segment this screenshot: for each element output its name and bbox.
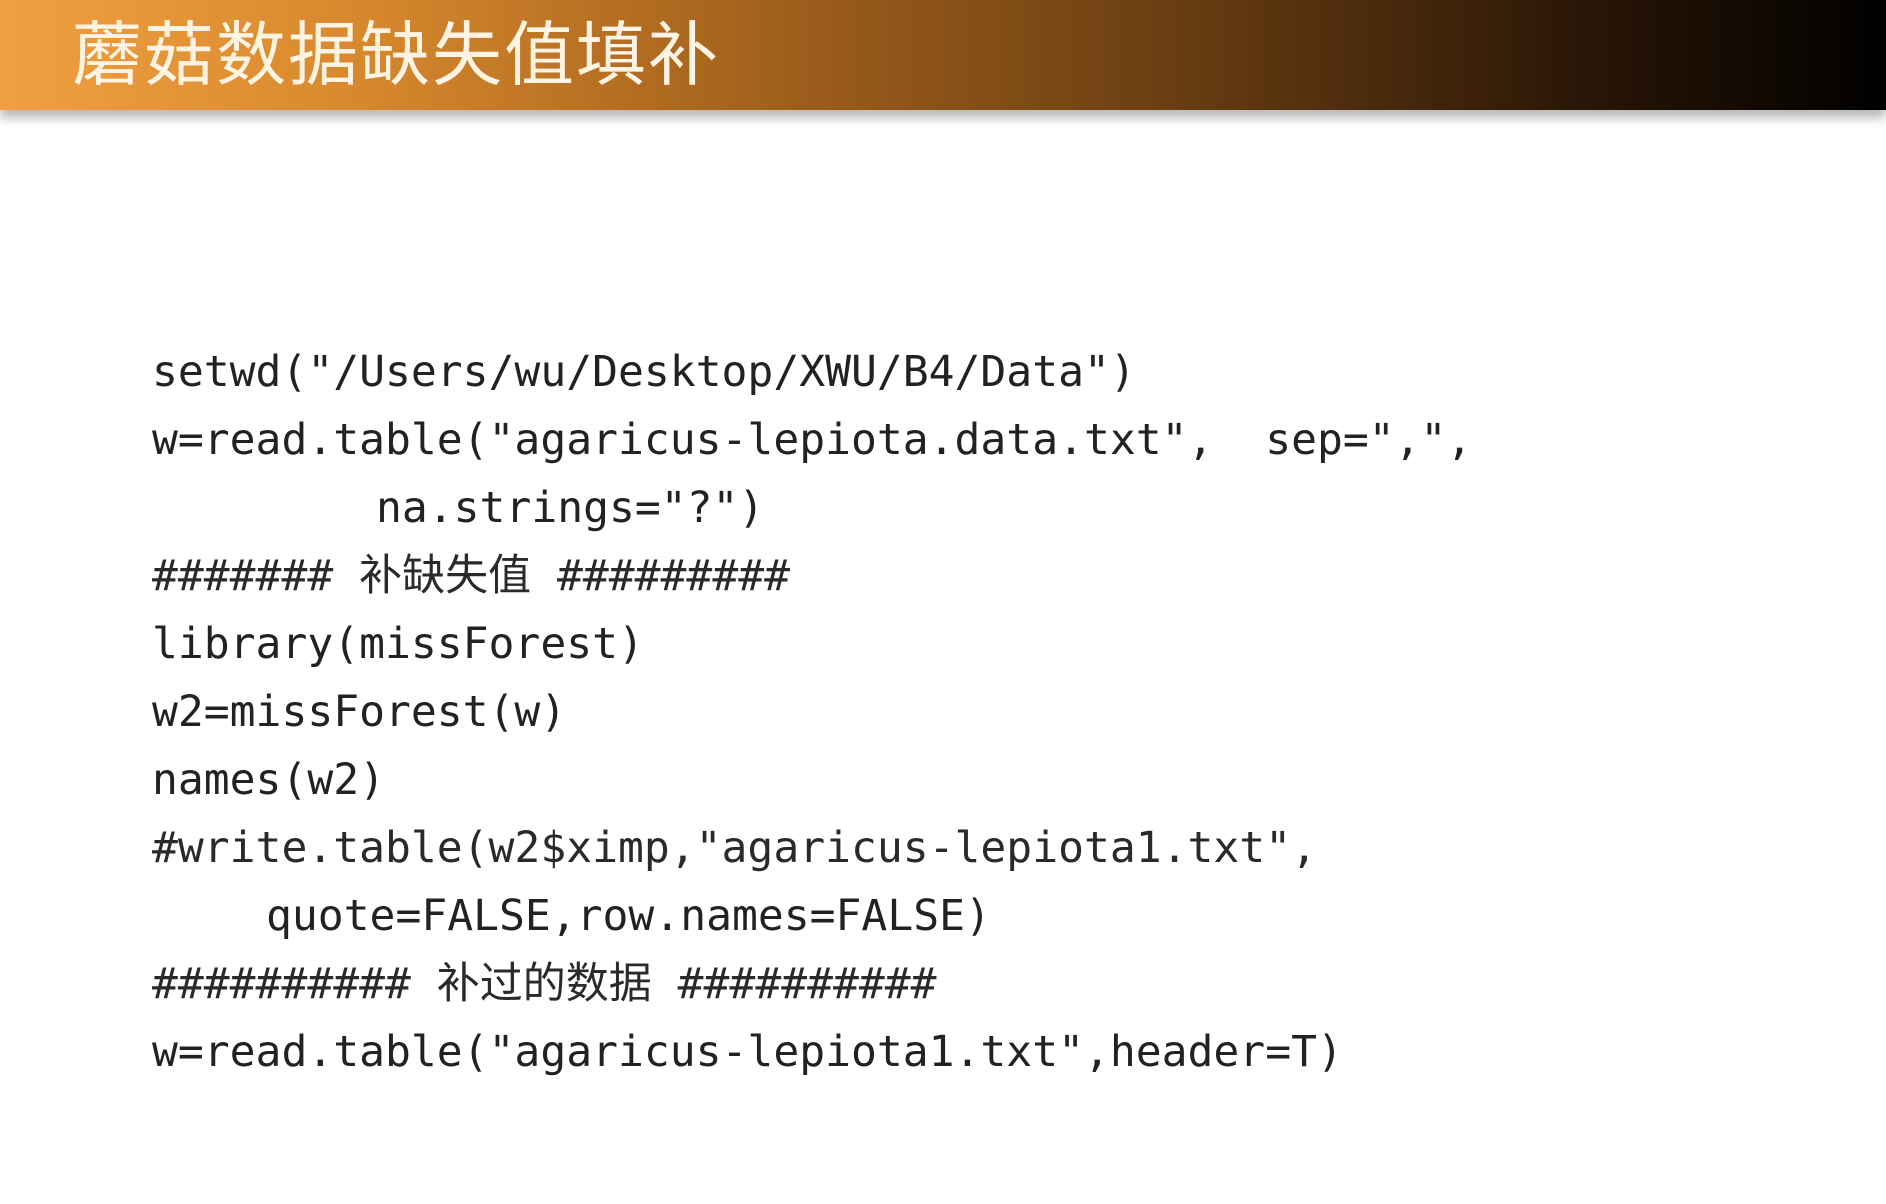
code-line-read-filled: w=read.table("agaricus-lepiota1.txt",hea… — [152, 1027, 1343, 1077]
code-line-library: library(missForest) — [152, 619, 644, 669]
code-line-setwd: setwd("/Users/wu/Desktop/XWU/B4/Data") — [152, 347, 1136, 397]
code-line-names: names(w2) — [152, 755, 385, 805]
code-line-missforest: w2=missForest(w) — [152, 687, 567, 737]
code-line-na-strings: na.strings="?") — [376, 483, 765, 533]
code-line-quote-args: quote=FALSE,row.names=FALSE) — [266, 891, 991, 941]
code-line-write-table: #write.table(w2$ximp,"agaricus-lepiota1.… — [152, 823, 1317, 873]
code-comment-fill-missing: ####### 补缺失值 ######### — [152, 551, 790, 601]
slide: 蘑菇数据缺失值填补 setwd("/Users/wu/Desktop/XWU/B… — [0, 0, 1886, 1204]
code-block: setwd("/Users/wu/Desktop/XWU/B4/Data") w… — [152, 338, 1832, 1098]
code-comment-filled-data: ########## 补过的数据 ########## — [152, 959, 937, 1009]
slide-title: 蘑菇数据缺失值填补 — [72, 14, 720, 96]
code-line-read-table: w=read.table("agaricus-lepiota.data.txt"… — [152, 415, 1473, 465]
title-bar: 蘑菇数据缺失值填补 — [0, 0, 1886, 110]
